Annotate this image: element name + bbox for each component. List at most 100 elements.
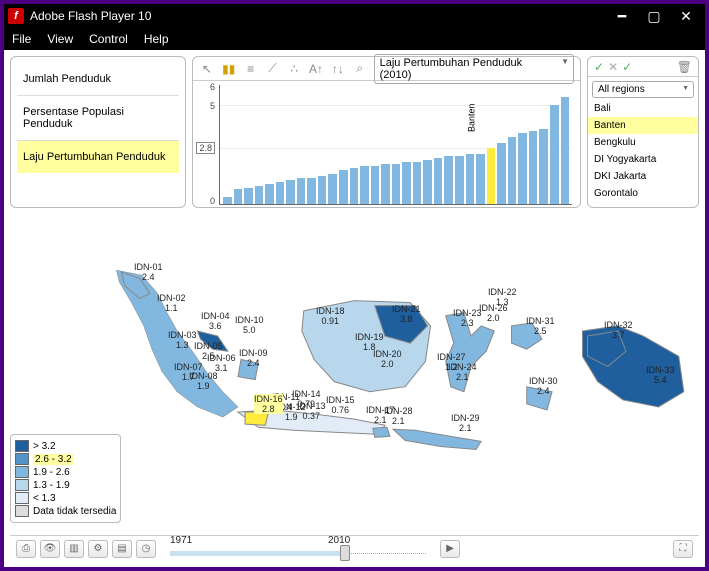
chart-bar[interactable] — [413, 162, 422, 204]
chart-bar[interactable] — [371, 166, 380, 204]
chart-body: 02.856 Banten — [193, 81, 580, 209]
chart-bar[interactable] — [508, 137, 517, 204]
menu-control[interactable]: Control — [89, 32, 128, 46]
minimize-button[interactable]: ━ — [607, 6, 637, 26]
app-window: f Adobe Flash Player 10 ━ ▢ ✕ File View … — [0, 0, 709, 571]
clock-icon[interactable]: ◷ — [136, 540, 156, 558]
chart-bar[interactable] — [255, 186, 264, 204]
chart-y-axis: 02.856 — [193, 85, 217, 205]
chart-bar[interactable] — [529, 131, 538, 204]
map-area[interactable]: > 3.22.6 - 3.21.9 - 2.61.3 - 1.9< 1.3Dat… — [10, 212, 699, 531]
chart-bar[interactable] — [455, 156, 464, 204]
region-toolbar: ✓ ✕ ✓ 🗑 — [588, 57, 698, 77]
menubar: File View Control Help — [4, 28, 705, 50]
legend-row[interactable]: 2.6 - 3.2 — [15, 453, 116, 465]
chart-bar[interactable] — [392, 164, 401, 204]
region-item[interactable]: Gorontalo — [588, 185, 698, 202]
close-button[interactable]: ✕ — [671, 6, 701, 26]
expand-icon[interactable]: ⛶ — [673, 540, 693, 558]
chart-bar[interactable]: Banten — [487, 148, 496, 204]
region-item[interactable]: DKI Jakarta — [588, 168, 698, 185]
window-title: Adobe Flash Player 10 — [30, 9, 607, 23]
chart-bar[interactable] — [518, 133, 527, 204]
maximize-button[interactable]: ▢ — [639, 6, 669, 26]
scatter-icon[interactable]: ∴ — [286, 61, 302, 77]
bar-chart-icon[interactable]: ▮▮ — [221, 61, 237, 77]
timeline-current: 2010 — [328, 535, 350, 546]
legend-row[interactable]: 1.9 - 2.6 — [15, 466, 116, 478]
chart-bar[interactable] — [476, 154, 485, 204]
line-chart-icon[interactable]: ⟋ — [264, 61, 280, 77]
chart-bar[interactable] — [497, 143, 506, 204]
legend-row[interactable]: Data tidak tersedia — [15, 505, 116, 517]
chart-bar[interactable] — [539, 129, 548, 204]
zoom-icon[interactable]: ⌕ — [352, 61, 368, 77]
cursor-icon[interactable]: ↖ — [199, 61, 215, 77]
chart-bars: Banten — [220, 85, 572, 204]
chart-bar[interactable] — [423, 160, 432, 204]
chart-bar[interactable] — [550, 105, 559, 204]
chart-bar[interactable] — [561, 97, 570, 204]
table-icon[interactable]: ▤ — [112, 540, 132, 558]
region-panel: ✓ ✕ ✓ 🗑 All regions BaliBantenBengkuluDI… — [587, 56, 699, 208]
chart-bar[interactable] — [234, 189, 243, 204]
region-item[interactable]: Banten — [588, 117, 698, 134]
indicator-jumlah[interactable]: Jumlah Penduduk — [17, 63, 179, 96]
chart-bar[interactable] — [381, 164, 390, 204]
legend-row[interactable]: 1.3 - 1.9 — [15, 479, 116, 491]
chart-panel: ↖ ▮▮ ≡ ⟋ ∴ A↑ ↑↓ ⌕ Laju Pertumbuhan Pend… — [192, 56, 581, 208]
legend-row[interactable]: > 3.2 — [15, 440, 116, 452]
titlebar: f Adobe Flash Player 10 ━ ▢ ✕ — [4, 4, 705, 28]
region-filter-dropdown[interactable]: All regions — [592, 81, 694, 98]
check2-icon[interactable]: ✓ — [622, 60, 632, 74]
hbar-chart-icon[interactable]: ≡ — [243, 61, 259, 77]
region-item[interactable]: DI Yogyakarta — [588, 151, 698, 168]
print-icon[interactable]: ⎙ — [16, 540, 36, 558]
window-buttons: ━ ▢ ✕ — [607, 6, 701, 26]
chart-bar[interactable] — [286, 180, 295, 204]
chart-bar[interactable] — [434, 158, 443, 204]
play-button[interactable]: ▶ — [440, 540, 460, 558]
chart-bar[interactable] — [466, 154, 475, 204]
chart-bar[interactable] — [297, 178, 306, 204]
chart-plot: Banten — [219, 85, 572, 205]
content-area: Jumlah Penduduk Persentase Populasi Pend… — [4, 50, 705, 567]
chart-bar[interactable] — [350, 168, 359, 204]
chart-bar[interactable] — [307, 178, 316, 204]
map-legend: > 3.22.6 - 3.21.9 - 2.61.3 - 1.9< 1.3Dat… — [10, 434, 121, 523]
settings-icon[interactable]: ⚙ — [88, 540, 108, 558]
timeline-handle[interactable] — [340, 545, 350, 561]
view-icon[interactable]: ▥ — [64, 540, 84, 558]
chart-bar[interactable] — [276, 182, 285, 204]
chart-bar[interactable] — [444, 156, 453, 204]
trash-icon[interactable]: 🗑 — [677, 60, 692, 74]
chart-bar[interactable] — [339, 170, 348, 204]
menu-view[interactable]: View — [47, 32, 73, 46]
region-item[interactable]: Bengkulu — [588, 134, 698, 151]
bottom-toolbar: ⎙ 👁 ▥ ⚙ ▤ ◷ 1971 2010 ▶ ⛶ — [10, 535, 699, 561]
chart-bar[interactable] — [360, 166, 369, 204]
uncheck-icon[interactable]: ✕ — [608, 60, 618, 74]
sort-val-icon[interactable]: ↑↓ — [330, 61, 346, 77]
menu-file[interactable]: File — [12, 32, 31, 46]
chart-toolbar: ↖ ▮▮ ≡ ⟋ ∴ A↑ ↑↓ ⌕ Laju Pertumbuhan Pend… — [193, 57, 580, 81]
chart-bar[interactable] — [223, 197, 232, 204]
region-list[interactable]: BaliBantenBengkuluDI YogyakartaDKI Jakar… — [588, 100, 698, 207]
indicator-persentase[interactable]: Persentase Populasi Penduduk — [17, 96, 179, 141]
sort-az-icon[interactable]: A↑ — [308, 61, 324, 77]
eye-icon[interactable]: 👁 — [40, 540, 60, 558]
chart-bar[interactable] — [402, 162, 411, 204]
top-row: Jumlah Penduduk Persentase Populasi Pend… — [10, 56, 699, 208]
timeline[interactable]: 1971 2010 — [170, 539, 426, 559]
chart-bar[interactable] — [265, 184, 274, 204]
flash-icon: f — [8, 8, 24, 24]
chart-dropdown[interactable]: Laju Pertumbuhan Penduduk (2010) — [374, 54, 574, 84]
check-icon[interactable]: ✓ — [594, 60, 604, 74]
menu-help[interactable]: Help — [144, 32, 169, 46]
region-item[interactable]: Bali — [588, 100, 698, 117]
chart-bar[interactable] — [318, 176, 327, 204]
indicator-laju[interactable]: Laju Pertumbuhan Penduduk — [17, 141, 179, 173]
legend-row[interactable]: < 1.3 — [15, 492, 116, 504]
chart-bar[interactable] — [328, 174, 337, 204]
chart-bar[interactable] — [244, 188, 253, 204]
